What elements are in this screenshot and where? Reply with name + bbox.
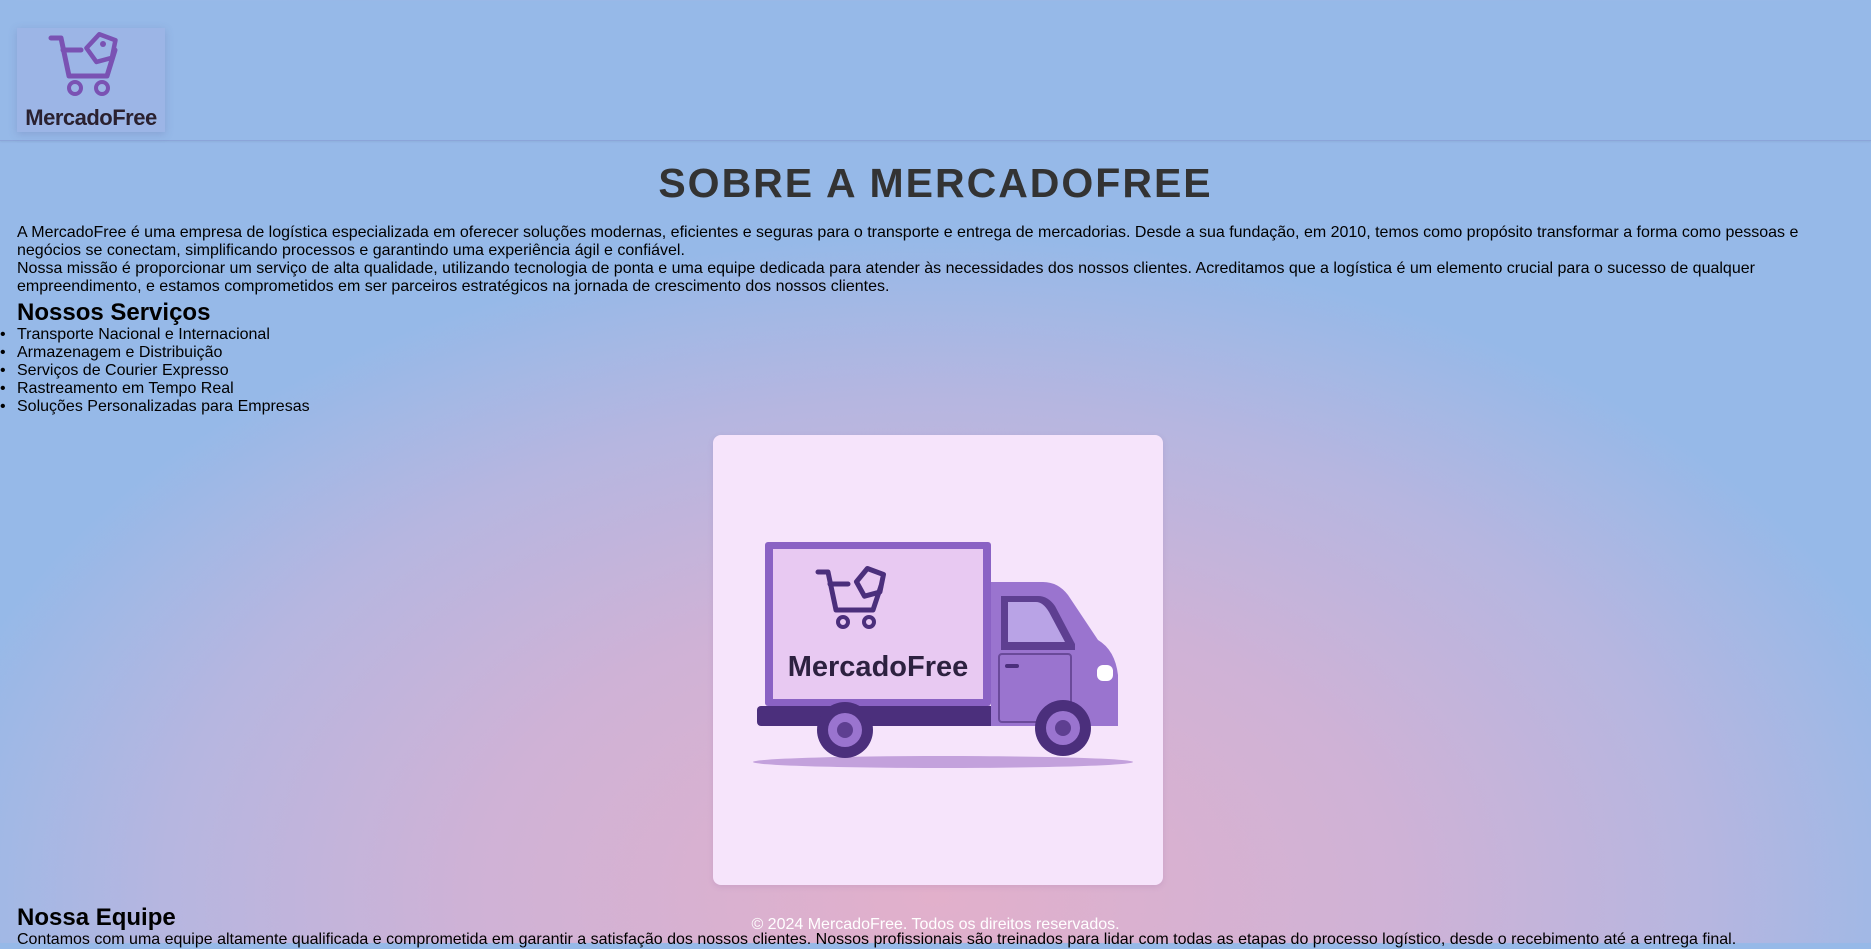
logo[interactable]: MercadoFree	[17, 28, 165, 132]
page-title: SOBRE A MERCADOFREE	[658, 160, 1213, 206]
intro-paragraph: A MercadoFree é uma empresa de logística…	[17, 224, 1799, 259]
about-content: A MercadoFree é uma empresa de logística…	[0, 224, 1837, 416]
services-list: Transporte Nacional e Internacional Arma…	[0, 326, 1837, 416]
delivery-truck-illustration: MercadoFree	[753, 542, 1133, 768]
truck-brand-text: MercadoFree	[788, 651, 969, 683]
mission-paragraph: Nossa missão é proporcionar um serviço d…	[17, 260, 1755, 295]
site-header: MercadoFree	[0, 0, 1871, 141]
list-item: Serviços de Courier Expresso	[0, 362, 1837, 380]
list-item: Transporte Nacional e Internacional	[0, 326, 1837, 344]
list-item: Rastreamento em Tempo Real	[0, 380, 1837, 398]
truck-image: MercadoFree	[713, 435, 1163, 885]
services-heading: Nossos Serviços	[17, 299, 211, 326]
list-item: Soluções Personalizadas para Empresas	[0, 398, 1837, 416]
list-item: Armazenagem e Distribuição	[0, 344, 1837, 362]
cart-tag-icon	[48, 31, 118, 96]
footer-copyright: © 2024 MercadoFree. Todos os direitos re…	[751, 916, 1120, 933]
logo-text: MercadoFree	[25, 105, 157, 130]
